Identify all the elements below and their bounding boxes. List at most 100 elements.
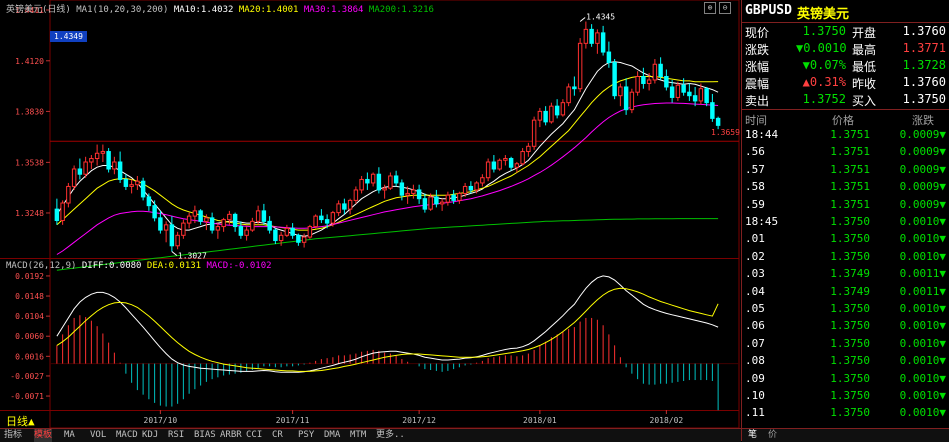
candle-body	[715, 117, 721, 126]
candle-body	[60, 202, 65, 221]
candle-body	[457, 192, 462, 201]
tab-mtm[interactable]: MTM	[350, 429, 366, 442]
candle-body	[342, 203, 347, 210]
zoom-icon[interactable]: ⊕	[704, 2, 716, 14]
candle-body	[560, 102, 566, 116]
candle-body	[347, 199, 353, 210]
candle-body	[215, 226, 221, 231]
tab-templates[interactable]: 模板	[34, 429, 53, 442]
candle-body	[301, 236, 307, 243]
candle-body	[152, 205, 157, 219]
candle-body	[129, 184, 134, 187]
tick-row: .57 1.3751 0.0009▼	[742, 163, 949, 180]
tick-price: 1.3751	[830, 180, 870, 194]
tab-more[interactable]: 更多..	[376, 429, 405, 442]
candle-body	[635, 75, 640, 93]
macd-params: MACD(26,12,9)	[6, 261, 77, 271]
tab-kdj[interactable]: KDJ	[142, 429, 158, 442]
quote-value: ▼0.0010	[796, 41, 847, 55]
tab-indicators[interactable]: 指标	[4, 429, 22, 442]
tick-change: 0.0010▼	[899, 371, 946, 385]
tick-row: .59 1.3751 0.0009▼	[742, 198, 949, 215]
tick-price: 1.3750	[830, 336, 870, 350]
tick-change: 0.0009▼	[899, 197, 946, 211]
tab-cci[interactable]: CCI	[246, 429, 262, 442]
candle-body	[324, 219, 330, 224]
x-tick-label: 2017/11	[276, 416, 310, 425]
tick-change: 0.0011▼	[899, 267, 946, 281]
tick-time: .57	[745, 162, 765, 176]
candle-body	[123, 178, 129, 187]
quote-value: 1.3760	[902, 75, 946, 89]
kline-chart[interactable]: 1.44111.41201.38301.35381.32480.01920.01…	[0, 0, 740, 429]
candle-body	[549, 105, 554, 123]
tick-row: .01 1.3750 0.0010▼	[742, 232, 949, 249]
chart-area[interactable]: 1.4411 1.4120 1.3830 1.3538 1.3248 0.0192 0.01…	[0, 0, 740, 429]
tab-rsi[interactable]: RSI	[168, 429, 184, 442]
macd-y-tick-label: -0.0071	[10, 392, 44, 401]
candle-body	[462, 185, 468, 194]
tick-price: 1.3751	[830, 145, 870, 159]
candle-body	[221, 219, 226, 228]
ma30-value: MA30:1.3864	[303, 5, 364, 15]
quote-row-change-pct: 涨幅 ▼0.07% 最低 1.3728	[742, 58, 949, 75]
period-label[interactable]: 日线▲	[6, 413, 35, 429]
candle-body	[135, 180, 140, 186]
tick-row: .07 1.3750 0.0010▼	[742, 337, 949, 354]
candle-body	[451, 194, 456, 201]
tab-vol[interactable]: VOL	[90, 429, 106, 442]
quote-label: 最低	[852, 60, 877, 74]
candle-body	[480, 177, 485, 184]
candle-body	[204, 217, 209, 222]
candle-body	[290, 227, 295, 236]
ma20-value: MA20:1.4001	[238, 5, 299, 15]
tick-time: 18:45	[745, 215, 779, 228]
symbol-name: 英镑美元	[797, 7, 850, 22]
tick-price: 1.3750	[830, 215, 870, 228]
candle-body	[600, 32, 606, 53]
tick-change: 0.0010▼	[899, 249, 946, 263]
tick-change: 0.0010▼	[899, 406, 946, 420]
tick-price: 1.3750	[830, 354, 870, 368]
tab-price[interactable]: 价	[768, 429, 777, 442]
tick-change: 0.0009▼	[899, 128, 946, 141]
macd-value: MACD:-0.0102	[206, 261, 272, 271]
tick-header: 时间 价格 涨跌	[742, 109, 949, 128]
candle-body	[434, 196, 439, 205]
y-tick-label: 1.4120	[15, 57, 44, 66]
candle-body	[244, 229, 249, 236]
reset-icon[interactable]: ⊖	[719, 2, 731, 14]
tab-cr[interactable]: CR	[272, 429, 283, 442]
candle-body	[669, 86, 675, 98]
macd-y-tick-label: 0.0016	[15, 352, 44, 361]
tick-header-time: 时间	[745, 114, 767, 127]
tick-row: .06 1.3750 0.0010▼	[742, 319, 949, 336]
tick-change: 0.0009▼	[899, 180, 946, 194]
quote-value: 1.3728	[902, 58, 946, 72]
tab-macd[interactable]: MACD	[116, 429, 138, 442]
tick-row: .08 1.3750 0.0010▼	[742, 354, 949, 371]
tick-price: 1.3750	[830, 302, 870, 315]
quote-value: ▼0.07%	[802, 58, 846, 72]
indicator-tab-bar: 指标 模板 MA VOL MACD KDJ RSI BIAS ARBR CCI CR PSY DMA MT…	[0, 428, 741, 442]
candle-body	[698, 88, 704, 102]
macd-y-tick-label: 0.0192	[15, 272, 44, 281]
tab-trades[interactable]: 笔	[748, 429, 757, 442]
candle-body	[606, 51, 612, 64]
candle-body	[531, 119, 537, 147]
candle-body	[54, 208, 60, 221]
tab-dma[interactable]: DMA	[324, 429, 340, 442]
tab-psy[interactable]: PSY	[298, 429, 314, 442]
candle-body	[399, 182, 405, 196]
last-price-tag: 1.4349	[50, 31, 87, 42]
tick-time: 18:44	[745, 128, 779, 141]
quote-label: 震幅	[745, 77, 770, 91]
tick-price: 1.3750	[830, 406, 870, 420]
tick-time: .06	[745, 319, 765, 333]
tab-bias[interactable]: BIAS	[194, 429, 216, 442]
tick-time: .11	[745, 406, 765, 420]
candle-body	[405, 192, 410, 196]
tab-ma[interactable]: MA	[64, 429, 75, 442]
tab-arbr[interactable]: ARBR	[220, 429, 242, 442]
candle-body	[89, 158, 94, 163]
